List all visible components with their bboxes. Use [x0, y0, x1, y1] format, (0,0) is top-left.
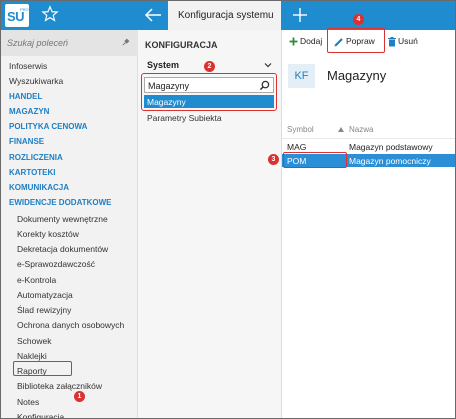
cell-symbol: MAG — [287, 142, 307, 152]
app-window: SU PRO Konfiguracja systemu Infoserwis Wy… — [0, 0, 456, 419]
step-marker-1: 1 — [74, 391, 85, 402]
sidebar-item-finanse[interactable]: FINANSE — [9, 137, 44, 146]
grid-header: Symbol Nazwa — [282, 125, 455, 137]
sidebar-item-rozliczenia[interactable]: ROZLICZENIA — [9, 153, 63, 162]
pin-icon[interactable] — [121, 38, 130, 47]
logo-sub: PRO — [20, 7, 29, 12]
highlight-popraw — [327, 28, 385, 53]
sidebar-item-automatyzacja[interactable]: Automatyzacja — [17, 290, 73, 300]
command-search — [1, 30, 138, 56]
tab-label: Konfiguracja systemu — [178, 10, 274, 21]
highlight-config-search — [141, 73, 277, 111]
highlight-konfiguracja — [13, 361, 72, 376]
cell-name: Magazyn pomocniczy — [349, 156, 431, 166]
sidebar-item-komunikacja[interactable]: KOMUNIKACJA — [9, 183, 69, 192]
delete-button[interactable]: Usuń — [388, 36, 418, 47]
col-header-nazwa[interactable]: Nazwa — [349, 125, 373, 134]
chevron-down-icon — [264, 63, 272, 68]
config-title: KONFIGURACJA — [145, 40, 218, 50]
module-badge: KF — [288, 64, 315, 88]
config-item-parametry[interactable]: Parametry Subiekta — [147, 113, 222, 123]
back-arrow-icon[interactable] — [143, 5, 163, 25]
col-header-symbol[interactable]: Symbol — [287, 125, 314, 134]
step-marker-3: 3 — [268, 154, 279, 165]
sidebar-item-ślad-rewizyjny[interactable]: Ślad rewizyjny — [17, 305, 71, 315]
grid-divider — [282, 138, 455, 139]
sidebar-item-infoserwis[interactable]: Infoserwis — [9, 61, 47, 71]
sidebar-item-wyszukiwarka[interactable]: Wyszukiwarka — [9, 76, 63, 86]
sidebar-item-korekty-kosztów[interactable]: Korekty kosztów — [17, 229, 79, 239]
top-bar: SU PRO Konfiguracja systemu — [1, 1, 455, 30]
select-value: System — [147, 60, 180, 70]
plus-icon — [289, 37, 298, 46]
delete-label: Usuń — [398, 36, 418, 46]
sidebar-item-kartoteki[interactable]: KARTOTEKI — [9, 168, 56, 177]
sidebar-item-dekretacja-dokumentów[interactable]: Dekretacja dokumentów — [17, 244, 108, 254]
sidebar-item-e-sprawozdawczość[interactable]: e-Sprawozdawczość — [17, 259, 95, 269]
sidebar-item-biblioteka-załączników[interactable]: Biblioteka załączników — [17, 381, 102, 391]
new-tab-plus-icon[interactable] — [291, 6, 309, 24]
tab-konfiguracja-systemu[interactable]: Konfiguracja systemu — [168, 1, 281, 30]
add-button[interactable]: Dodaj — [289, 36, 322, 46]
sidebar-item-naklejki[interactable]: Naklejki — [17, 351, 47, 361]
highlight-pom-row — [283, 152, 347, 168]
sidebar-item-dokumenty-wewnętrzne[interactable]: Dokumenty wewnętrzne — [17, 214, 108, 224]
sort-asc-icon — [338, 127, 344, 132]
star-icon[interactable] — [41, 5, 59, 23]
sidebar-item-magazyn[interactable]: MAGAZYN — [9, 107, 49, 116]
sidebar-item-notes[interactable]: Notes — [17, 397, 39, 407]
sidebar-item-polityka-cenowa[interactable]: POLITYKA CENOWA — [9, 122, 87, 131]
add-label: Dodaj — [300, 36, 323, 46]
sidebar-item-schowek[interactable]: Schowek — [17, 336, 52, 346]
app-logo[interactable]: SU PRO — [5, 4, 29, 27]
sidebar-item-ewidencje-dodatkowe[interactable]: EWIDENCJE DODATKOWE — [9, 198, 112, 207]
page-title: Magazyny — [327, 68, 387, 83]
sidebar-item-e-kontrola[interactable]: e-Kontrola — [17, 275, 56, 285]
sidebar-item-ochrona-danych-osobowych[interactable]: Ochrona danych osobowych — [17, 320, 124, 330]
main-panel: Dodaj Popraw Usuń KF Magazyny Symbol Naz… — [282, 30, 455, 418]
step-marker-4: 4 — [353, 14, 364, 25]
command-search-input[interactable] — [7, 36, 115, 50]
step-marker-2: 2 — [204, 61, 215, 72]
cell-name: Magazyn podstawowy — [349, 142, 433, 152]
sidebar-item-konfiguracja[interactable]: Konfiguracja — [17, 412, 64, 418]
trash-icon — [388, 36, 396, 47]
sidebar-item-handel[interactable]: HANDEL — [9, 92, 42, 101]
